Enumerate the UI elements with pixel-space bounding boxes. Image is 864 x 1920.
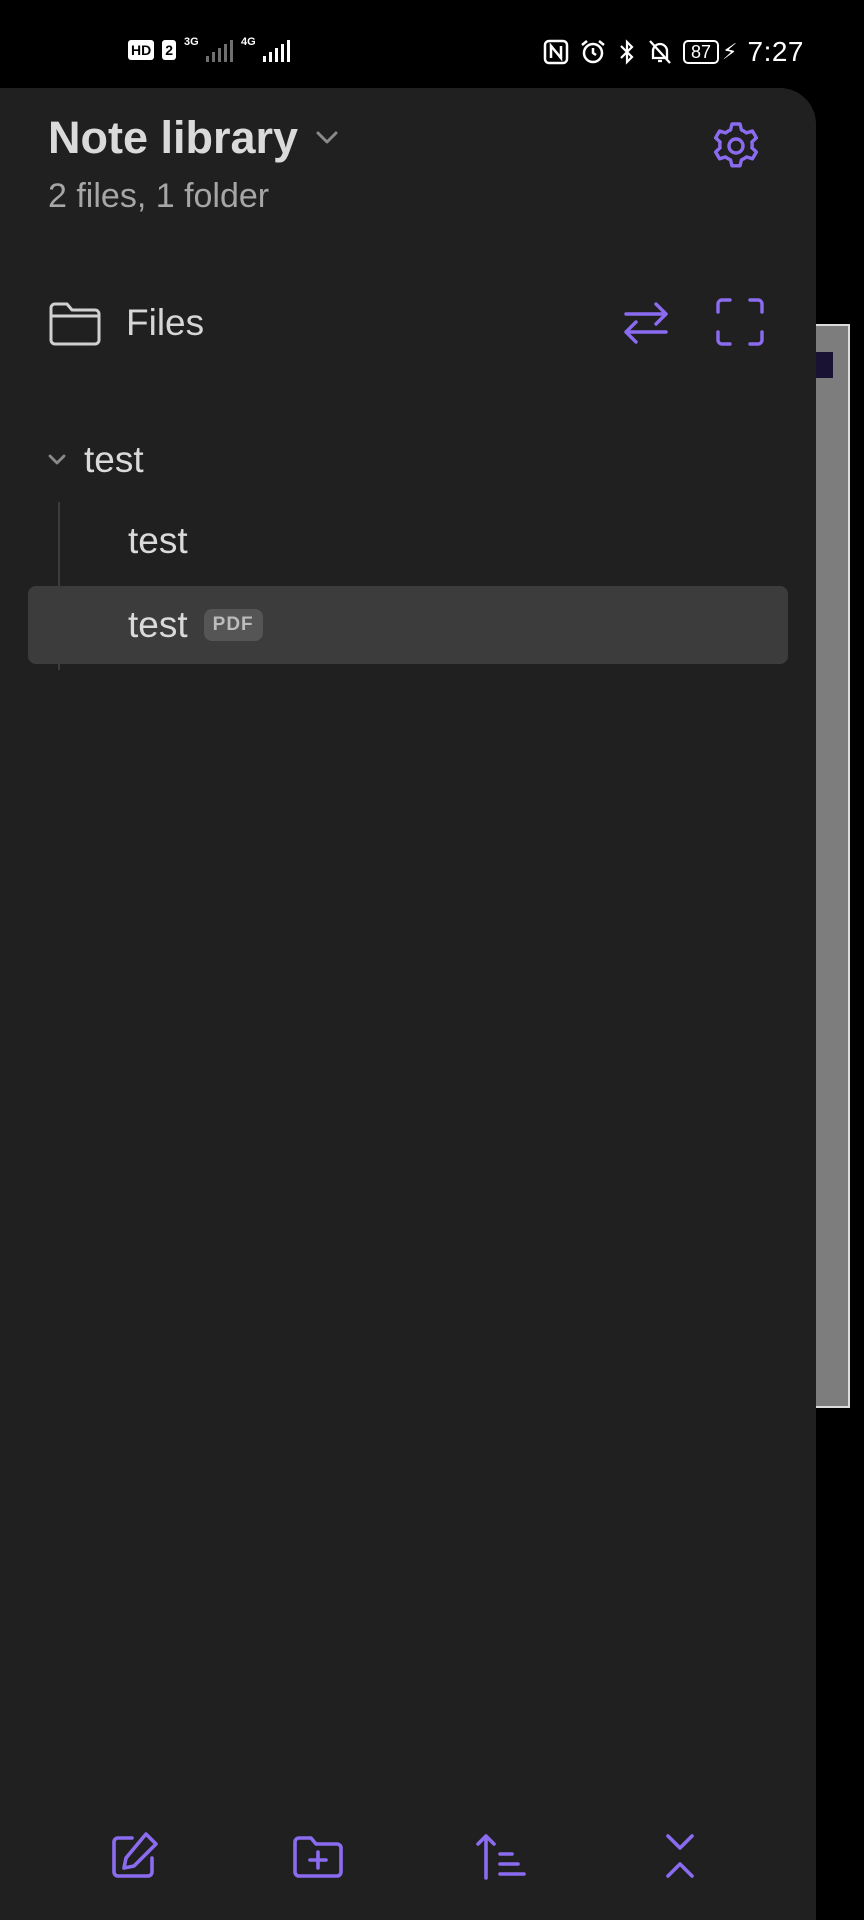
bluetooth-icon [620,39,634,65]
tree-file-item[interactable]: test [28,502,788,580]
alarm-icon [581,40,605,64]
status-bar: HD 2 3G 4G 87 ⚡ 7:27 [0,0,864,88]
files-section-label: Files [126,302,205,343]
new-folder-icon[interactable] [290,1828,346,1884]
swap-arrows-icon[interactable] [618,294,674,350]
status-left-group: HD 2 3G 4G [128,36,291,62]
hd-badge: HD [128,40,155,60]
settings-gear-icon[interactable] [708,118,764,174]
signal-2-icon: 4G [241,36,291,62]
nfc-icon [543,39,569,65]
expand-frame-icon[interactable] [712,294,768,350]
signal-1-icon: 3G [184,36,234,62]
folder-icon [49,302,101,346]
signal-1-label: 3G [184,36,199,48]
tree-file-label: test [128,520,188,561]
bottom-toolbar [0,1828,816,1898]
tree-folder-children: test test PDF [28,502,788,670]
tree-indent-guide [58,502,60,670]
battery-level: 87 [683,40,720,64]
files-section-header: Files [48,288,768,358]
new-note-icon[interactable] [106,1828,162,1884]
status-clock: 7:27 [747,36,804,67]
file-type-badge: PDF [203,609,263,641]
vault-title: Note library [48,112,299,163]
signal-2-label: 4G [241,36,256,48]
tree-folder[interactable]: test [28,418,788,502]
screen: HD 2 3G 4G 87 ⚡ 7:27 Note library 2 file… [0,0,864,1920]
tree-folder-label: test [84,439,144,480]
chevron-down-icon [48,454,66,465]
battery-indicator: 87 ⚡ [683,39,738,65]
collapse-all-icon[interactable] [652,1828,708,1884]
mute-bell-icon [649,40,671,64]
tree-file-label: test [128,604,188,645]
status-right-group: 87 ⚡ 7:27 [543,36,804,68]
drawer-header: Note library 2 files, 1 folder [48,110,768,218]
files-section-actions [618,294,768,350]
charging-icon: ⚡ [722,39,738,64]
vault-subtitle: 2 files, 1 folder [48,177,270,215]
tree-file-item-active[interactable]: test PDF [28,586,788,664]
file-tree: test test test PDF [28,418,788,670]
file-drawer: Note library 2 files, 1 folder Files tes… [0,88,816,1920]
sort-icon[interactable] [472,1828,528,1884]
sim-badge: 2 [162,40,177,60]
vault-switcher[interactable]: Note library [48,110,768,166]
chevron-down-icon [316,131,338,144]
